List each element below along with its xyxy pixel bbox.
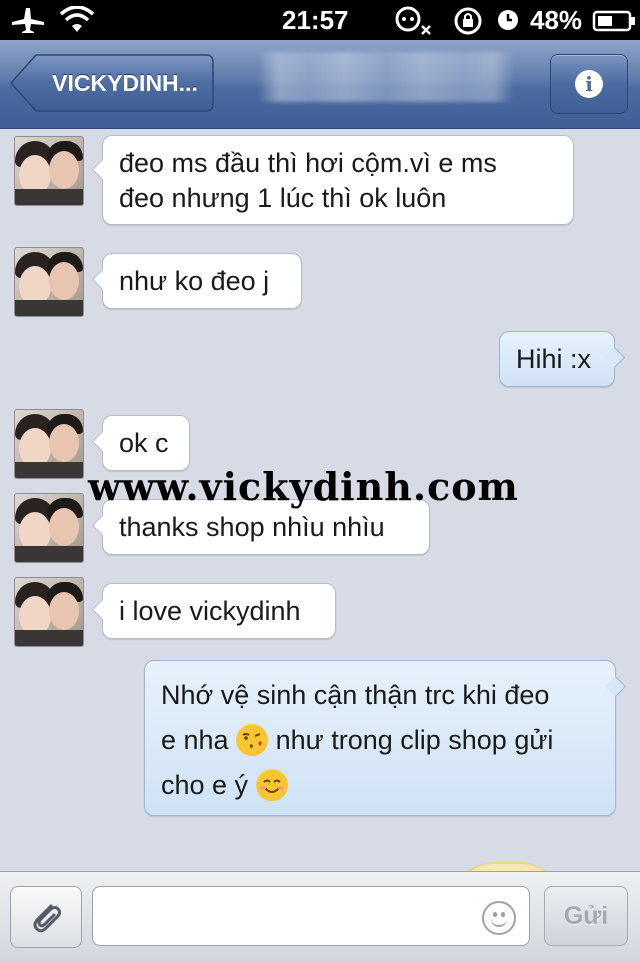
back-button[interactable]: VICKYDINH... [10,54,214,112]
attach-button[interactable] [10,886,82,948]
message-text: ok c [119,428,169,458]
alarm-icon [496,6,520,39]
compose-bar: Gửi [0,871,640,961]
emoji-picker-icon[interactable] [482,901,516,935]
blurred-contact-title [258,52,514,102]
message-line: cho e ý [161,763,599,808]
contact-avatar[interactable] [14,493,84,563]
message-text: đeo nhưng 1 lúc thì ok luôn [119,183,447,213]
status-time: 21:57 [282,5,349,35]
incoming-message[interactable]: ok c [91,415,190,471]
contact-avatar[interactable] [14,136,84,206]
messenger-status-icon [394,6,434,41]
contact-avatar[interactable] [14,247,84,317]
info-icon: i [575,70,603,98]
rotation-lock-icon [452,6,486,41]
outgoing-message[interactable]: Nhớ vệ sinh cận thận trc khi đeo e nha n… [144,660,627,816]
battery-percent: 48% [530,5,583,35]
airplane-icon [10,6,46,39]
battery-icon [592,6,636,39]
message-text: Nhớ vệ sinh cận thận trc khi đeo [161,680,550,710]
message-input[interactable] [92,886,530,946]
outgoing-message[interactable]: Hihi :x [499,331,626,387]
incoming-message[interactable]: đeo ms đầu thì hơi cộm.vì e ms đeo nhưng… [91,135,574,225]
paperclip-icon [33,904,61,933]
message-text: thanks shop nhìu nhìu [119,512,385,542]
incoming-message[interactable]: i love vickydinh [91,583,336,639]
smiling-face-emoji-icon [255,768,288,801]
message-text: e nha [161,725,229,755]
watermark-text: www.vickydinh.com [88,464,519,509]
status-bar: 21:57 48% [0,0,640,40]
contact-avatar[interactable] [14,409,84,479]
message-text: i love vickydinh [119,596,301,626]
message-line: e nha như trong clip shop gửi [161,718,599,763]
wifi-icon [59,5,95,39]
message-text: như trong clip shop gửi [275,725,554,755]
message-text: như ko đeo j [119,266,270,296]
partial-sticker [450,862,564,871]
send-button[interactable]: Gửi [544,886,628,946]
back-button-label: VICKYDINH... [52,70,198,96]
message-text: cho e ý [161,770,249,800]
incoming-message[interactable]: như ko đeo j [91,253,302,309]
message-text: đeo ms đầu thì hơi cộm.vì e ms [119,148,497,178]
message-text: Hihi :x [516,344,592,374]
info-button[interactable]: i [550,54,628,114]
kissing-face-emoji-icon [236,723,269,756]
contact-avatar[interactable] [14,577,84,647]
